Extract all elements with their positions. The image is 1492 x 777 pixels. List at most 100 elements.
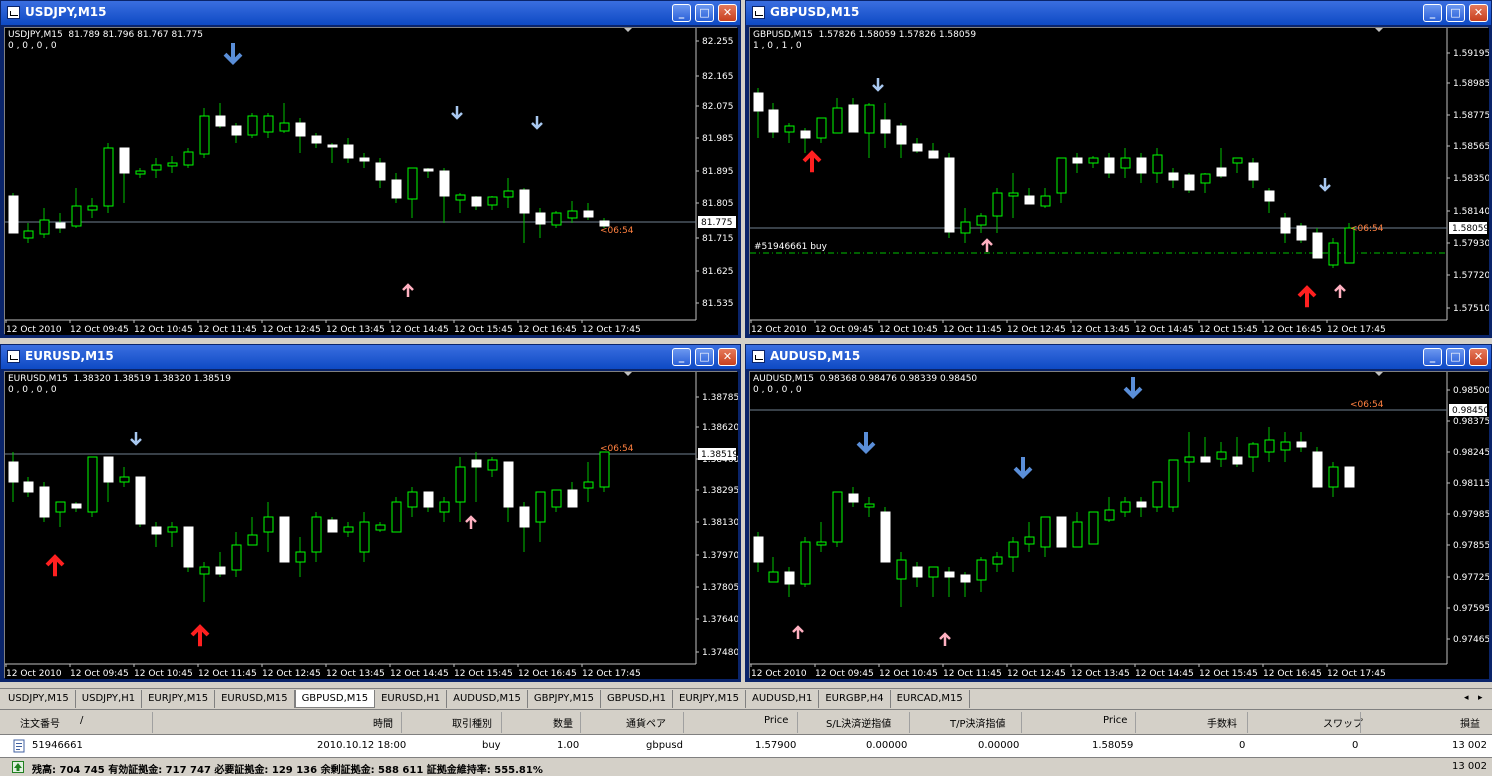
time-tick-label: 12 Oct 10:45 xyxy=(879,669,938,679)
chart-pane[interactable]: 0.98500 0.98375 0.98245 0.98115 0.97985 0.978… xyxy=(749,371,1489,679)
price-chart[interactable]: 1.59195 1.58985 1.58775 1.58565 1.58350 1.581… xyxy=(750,28,1489,335)
close-button[interactable]: ✕ xyxy=(1469,348,1488,366)
candle xyxy=(311,516,322,553)
chart-pane[interactable]: 1.387851.386201.384601.382951.381301.379… xyxy=(4,371,738,679)
header-volume[interactable]: 数量 xyxy=(553,715,573,730)
header-tp[interactable]: T/P決済指値 xyxy=(950,715,1006,730)
candle xyxy=(784,125,795,133)
header-open-price[interactable]: Price xyxy=(764,715,788,726)
column-divider[interactable] xyxy=(909,712,910,733)
chart-window-gbpusd[interactable]: GBPUSD,M15 _ □ ✕ 1.59195 1.58985 1.58775 1.… xyxy=(745,0,1492,338)
column-divider[interactable] xyxy=(1021,712,1022,733)
candle xyxy=(551,212,562,226)
column-divider[interactable] xyxy=(501,712,502,733)
window-titlebar[interactable]: GBPUSD,M15 _ □ ✕ xyxy=(746,1,1491,25)
candle xyxy=(1200,173,1211,184)
chart-pane[interactable]: 82.255 82.165 82.075 81.985 81.895 81.805 81.7… xyxy=(4,27,738,335)
candle xyxy=(375,524,386,531)
price-chart[interactable]: 82.255 82.165 82.075 81.985 81.895 81.805 81.7… xyxy=(5,28,738,335)
tab-eurusd-m15[interactable]: EURUSD,M15 xyxy=(215,690,295,708)
header-type[interactable]: 取引種別 xyxy=(452,715,492,730)
minimize-button[interactable]: _ xyxy=(1423,4,1442,22)
price-tick-label: 0.98115 xyxy=(1453,479,1489,489)
chart-info: EURUSD,M15 1.38320 1.38519 1.38320 1.385… xyxy=(8,374,231,396)
order-row[interactable]: 51946661 2010.10.12 18:00 buy 1.00 gbpus… xyxy=(0,737,1492,756)
ohlc-line: AUDUSD,M15 0.98368 0.98476 0.98339 0.984… xyxy=(753,374,978,384)
window-titlebar[interactable]: USDJPY,M15 _ □ ✕ xyxy=(1,1,740,25)
column-divider[interactable] xyxy=(1247,712,1248,733)
price-chart[interactable]: 1.387851.386201.384601.382951.381301.379… xyxy=(5,372,738,679)
column-divider[interactable] xyxy=(580,712,581,733)
column-divider[interactable] xyxy=(152,712,153,733)
maximize-button[interactable]: □ xyxy=(695,348,714,366)
close-button[interactable]: ✕ xyxy=(1469,4,1488,22)
minimize-button[interactable]: _ xyxy=(672,348,691,366)
column-divider[interactable] xyxy=(797,712,798,733)
minimize-button[interactable]: _ xyxy=(672,4,691,22)
tab-eurgbp-h4[interactable]: EURGBP,H4 xyxy=(819,690,891,708)
chart-window-audusd[interactable]: AUDUSD,M15 _ □ ✕ 0.98500 0.98375 0.98245 0.… xyxy=(745,344,1492,682)
tab-eurusd-h1[interactable]: EURUSD,H1 xyxy=(375,690,448,708)
candle xyxy=(55,222,66,229)
tab-audusd-m15[interactable]: AUDUSD,M15 xyxy=(447,690,528,708)
candle xyxy=(1184,456,1195,463)
header-order-id[interactable]: 注文番号 xyxy=(20,715,60,730)
time-tick-label: 12 Oct 09:45 xyxy=(70,325,129,335)
close-button[interactable]: ✕ xyxy=(718,348,737,366)
column-divider[interactable] xyxy=(1135,712,1136,733)
maximize-button[interactable]: □ xyxy=(695,4,714,22)
price-tick-label: 0.97985 xyxy=(1453,510,1489,520)
window-titlebar[interactable]: EURUSD,M15 _ □ ✕ xyxy=(1,345,740,369)
tab-eurjpy-m15[interactable]: EURJPY,M15 xyxy=(673,690,747,708)
candle xyxy=(135,476,146,525)
window-titlebar[interactable]: AUDUSD,M15 _ □ ✕ xyxy=(746,345,1491,369)
indicator-line: 0 , 0 , 0 , 0 xyxy=(8,385,57,395)
order-id: 51946661 xyxy=(32,740,83,751)
price-tick-label: 1.37970 xyxy=(702,551,738,561)
column-divider[interactable] xyxy=(683,712,684,733)
column-divider[interactable] xyxy=(401,712,402,733)
order-time: 2010.10.12 18:00 xyxy=(317,740,407,751)
account-status-row[interactable]: 残高: 704 745 有効証拠金: 717 747 必要証拠金: 129 13… xyxy=(0,757,1492,776)
candle xyxy=(391,179,402,199)
price-tick-label: 82.075 xyxy=(702,102,734,112)
chart-pane[interactable]: 1.59195 1.58985 1.58775 1.58565 1.58350 1.581… xyxy=(749,27,1489,335)
tab-audusd-h1[interactable]: AUDUSD,H1 xyxy=(746,690,820,708)
price-chart[interactable]: 0.98500 0.98375 0.98245 0.98115 0.97985 0.978… xyxy=(750,372,1489,679)
minimize-button[interactable]: _ xyxy=(1423,348,1442,366)
candle xyxy=(343,526,354,533)
header-commission[interactable]: 手数料 xyxy=(1207,715,1237,730)
column-divider[interactable] xyxy=(1360,712,1361,733)
header-swap[interactable]: スワップ xyxy=(1323,715,1363,730)
candle xyxy=(753,536,764,563)
price-tick-label: 81.535 xyxy=(702,299,734,309)
chart-window-eurusd[interactable]: EURUSD,M15 _ □ ✕ 1.387851.386201.384601.… xyxy=(0,344,741,682)
tab-usdjpy-h1[interactable]: USDJPY,H1 xyxy=(76,690,143,708)
candle xyxy=(1328,242,1339,266)
header-symbol[interactable]: 通貨ペア xyxy=(626,715,666,730)
header-time[interactable]: 時間 xyxy=(373,715,393,730)
price-tick-label: 81.985 xyxy=(702,134,734,144)
tab-usdjpy-m15[interactable]: USDJPY,M15 xyxy=(2,690,76,708)
close-button[interactable]: ✕ xyxy=(718,4,737,22)
header-sort[interactable]: / xyxy=(80,715,83,726)
tab-scroll-left-icon[interactable]: ◂ xyxy=(1464,693,1469,703)
chart-window-usdjpy[interactable]: USDJPY,M15 _ □ ✕ 82.255 82.165 82.075 81.98… xyxy=(0,0,741,338)
candle xyxy=(279,516,290,563)
ohlc-line: USDJPY,M15 81.789 81.796 81.767 81.775 xyxy=(8,30,203,40)
tab-gbpusd-m15[interactable]: GBPUSD,M15 xyxy=(294,690,376,708)
maximize-button[interactable]: □ xyxy=(1446,348,1465,366)
candle xyxy=(800,541,811,585)
candle xyxy=(1040,195,1051,207)
header-current-price[interactable]: Price xyxy=(1103,715,1127,726)
maximize-button[interactable]: □ xyxy=(1446,4,1465,22)
tab-eurjpy-m15[interactable]: EURJPY,M15 xyxy=(142,690,216,708)
tab-gbpusd-h1[interactable]: GBPUSD,H1 xyxy=(601,690,674,708)
window-title: EURUSD,M15 xyxy=(25,349,114,363)
tab-eurcad-m15[interactable]: EURCAD,M15 xyxy=(891,690,970,708)
header-sl[interactable]: S/L決済逆指値 xyxy=(826,715,891,730)
tab-gbpjpy-m15[interactable]: GBPJPY,M15 xyxy=(528,690,601,708)
price-tick-label: 1.37640 xyxy=(702,615,738,625)
tab-scroll-right-icon[interactable]: ▸ xyxy=(1478,693,1483,703)
header-profit[interactable]: 損益 xyxy=(1460,715,1480,730)
